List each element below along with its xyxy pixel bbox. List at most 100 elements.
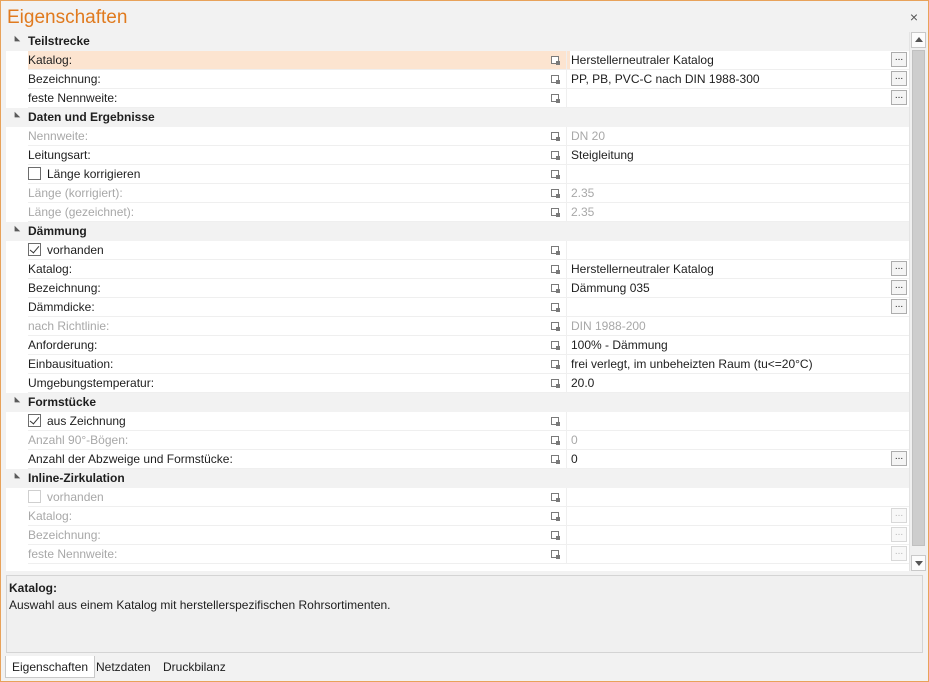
- property-row[interactable]: Leitungsart: Steigleitung: [6, 146, 909, 165]
- scroll-up-arrow-icon[interactable]: [911, 32, 926, 48]
- group-header[interactable]: Daten und Ergebnisse: [6, 108, 909, 127]
- property-value-cell[interactable]: frei verlegt, im unbeheizten Raum (tu<=2…: [566, 355, 909, 374]
- property-value-cell[interactable]: Herstellerneutraler Katalog...: [566, 260, 909, 279]
- checkbox[interactable]: [28, 414, 41, 427]
- property-label-cell[interactable]: Katalog:: [28, 507, 570, 526]
- property-value-cell[interactable]: PP, PB, PVC-C nach DIN 1988-300...: [566, 70, 909, 89]
- ellipsis-button[interactable]: ...: [891, 280, 907, 295]
- property-value-cell[interactable]: Herstellerneutraler Katalog...: [566, 51, 909, 70]
- property-value-cell[interactable]: [566, 488, 909, 507]
- ellipsis-button[interactable]: ...: [891, 451, 907, 466]
- tab-0[interactable]: Eigenschaften: [5, 656, 96, 678]
- property-row[interactable]: Katalog:...: [6, 507, 909, 526]
- property-value-cell[interactable]: ...: [566, 545, 909, 564]
- collapse-arrow-icon[interactable]: [11, 35, 21, 45]
- property-value-cell[interactable]: [566, 165, 909, 184]
- property-label-cell[interactable]: Katalog:: [28, 260, 570, 279]
- ellipsis-button[interactable]: ...: [891, 527, 907, 542]
- property-row[interactable]: Einbausituation: frei verlegt, im unbehei…: [6, 355, 909, 374]
- property-label-cell[interactable]: Nennweite:: [28, 127, 570, 146]
- property-row[interactable]: feste Nennweite:...: [6, 545, 909, 564]
- property-label-cell[interactable]: Leitungsart:: [28, 146, 570, 165]
- property-row[interactable]: Katalog: Herstellerneutraler Katalog...: [6, 260, 909, 279]
- property-label-cell[interactable]: vorhanden: [28, 241, 570, 260]
- property-row[interactable]: Katalog: Herstellerneutraler Katalog...: [6, 51, 909, 70]
- property-label-cell[interactable]: Katalog:: [28, 51, 570, 70]
- ellipsis-button[interactable]: ...: [891, 508, 907, 523]
- property-label-cell[interactable]: Anzahl 90°-Bögen:: [28, 431, 570, 450]
- property-label-cell[interactable]: Länge (korrigiert):: [28, 184, 570, 203]
- checkbox[interactable]: [28, 167, 41, 180]
- group-header[interactable]: Teilstrecke: [6, 32, 909, 51]
- property-label-cell[interactable]: Länge (gezeichnet):: [28, 203, 570, 222]
- property-row[interactable]: Nennweite: DN 20: [6, 127, 909, 146]
- property-row[interactable]: Länge (gezeichnet): 2.35: [6, 203, 909, 222]
- group-header[interactable]: Dämmung: [6, 222, 909, 241]
- property-value-cell[interactable]: 0: [566, 431, 909, 450]
- group-header[interactable]: Formstücke: [6, 393, 909, 412]
- property-label-cell[interactable]: Länge korrigieren: [28, 165, 570, 184]
- property-row[interactable]: Anzahl 90°-Bögen: 0: [6, 431, 909, 450]
- ellipsis-button[interactable]: ...: [891, 546, 907, 561]
- property-value-cell[interactable]: Dämmung 035...: [566, 279, 909, 298]
- property-label-cell[interactable]: Bezeichnung:: [28, 279, 570, 298]
- property-value-cell[interactable]: 2.35: [566, 184, 909, 203]
- property-label-cell[interactable]: Dämmdicke:: [28, 298, 570, 317]
- property-row[interactable]: Anzahl der Abzweige und Formstücke: 0...: [6, 450, 909, 469]
- collapse-arrow-icon[interactable]: [11, 472, 21, 482]
- checkbox[interactable]: [28, 243, 41, 256]
- collapse-arrow-icon[interactable]: [11, 396, 21, 406]
- property-value-cell[interactable]: DIN 1988-200: [566, 317, 909, 336]
- property-value-cell[interactable]: Steigleitung: [566, 146, 909, 165]
- property-label-cell[interactable]: feste Nennweite:: [28, 545, 570, 564]
- property-value-cell[interactable]: 20.0: [566, 374, 909, 393]
- property-label-cell[interactable]: Einbausituation:: [28, 355, 570, 374]
- property-label-cell[interactable]: Bezeichnung:: [28, 70, 570, 89]
- property-value-cell[interactable]: 100% - Dämmung: [566, 336, 909, 355]
- collapse-arrow-icon[interactable]: [11, 111, 21, 121]
- property-label-cell[interactable]: Bezeichnung:: [28, 526, 570, 545]
- collapse-arrow-icon[interactable]: [11, 225, 21, 235]
- property-value-cell[interactable]: DN 20: [566, 127, 909, 146]
- ellipsis-button[interactable]: ...: [891, 71, 907, 86]
- ellipsis-button[interactable]: ...: [891, 90, 907, 105]
- property-label-cell[interactable]: vorhanden: [28, 488, 570, 507]
- property-label-cell[interactable]: feste Nennweite:: [28, 89, 570, 108]
- tab-2[interactable]: Druckbilanz: [157, 656, 232, 678]
- property-value-cell[interactable]: [566, 241, 909, 260]
- property-row[interactable]: Dämmdicke:...: [6, 298, 909, 317]
- property-row[interactable]: vorhanden: [6, 488, 909, 507]
- property-value-cell[interactable]: ...: [566, 526, 909, 545]
- property-row[interactable]: Länge (korrigiert): 2.35: [6, 184, 909, 203]
- property-value-cell[interactable]: ...: [566, 507, 909, 526]
- property-value-cell[interactable]: ...: [566, 298, 909, 317]
- property-row[interactable]: Bezeichnung: Dämmung 035...: [6, 279, 909, 298]
- checkbox[interactable]: [28, 490, 41, 503]
- property-value-cell[interactable]: [566, 412, 909, 431]
- property-label-cell[interactable]: nach Richtlinie:: [28, 317, 570, 336]
- ellipsis-button[interactable]: ...: [891, 52, 907, 67]
- property-row[interactable]: Bezeichnung:...: [6, 526, 909, 545]
- ellipsis-button[interactable]: ...: [891, 299, 907, 314]
- vertical-scrollbar[interactable]: [909, 32, 927, 571]
- group-header[interactable]: Inline-Zirkulation: [6, 469, 909, 488]
- scroll-thumb[interactable]: [912, 50, 925, 546]
- property-row[interactable]: Anforderung: 100% - Dämmung: [6, 336, 909, 355]
- property-row[interactable]: feste Nennweite:...: [6, 89, 909, 108]
- property-label-cell[interactable]: Anzahl der Abzweige und Formstücke:: [28, 450, 570, 469]
- property-label-cell[interactable]: aus Zeichnung: [28, 412, 570, 431]
- property-value-cell[interactable]: 0...: [566, 450, 909, 469]
- property-row[interactable]: Länge korrigieren: [6, 165, 909, 184]
- scroll-down-arrow-icon[interactable]: [911, 555, 926, 571]
- property-value-cell[interactable]: 2.35: [566, 203, 909, 222]
- tab-1[interactable]: Netzdaten: [90, 656, 157, 678]
- property-row[interactable]: Umgebungstemperatur: 20.0: [6, 374, 909, 393]
- property-row[interactable]: nach Richtlinie: DIN 1988-200: [6, 317, 909, 336]
- property-row[interactable]: vorhanden: [6, 241, 909, 260]
- ellipsis-button[interactable]: ...: [891, 261, 907, 276]
- close-icon[interactable]: ×: [906, 9, 922, 25]
- property-value-cell[interactable]: ...: [566, 89, 909, 108]
- property-label-cell[interactable]: Umgebungstemperatur:: [28, 374, 570, 393]
- property-row[interactable]: aus Zeichnung: [6, 412, 909, 431]
- property-row[interactable]: Bezeichnung: PP, PB, PVC-C nach DIN 1988-…: [6, 70, 909, 89]
